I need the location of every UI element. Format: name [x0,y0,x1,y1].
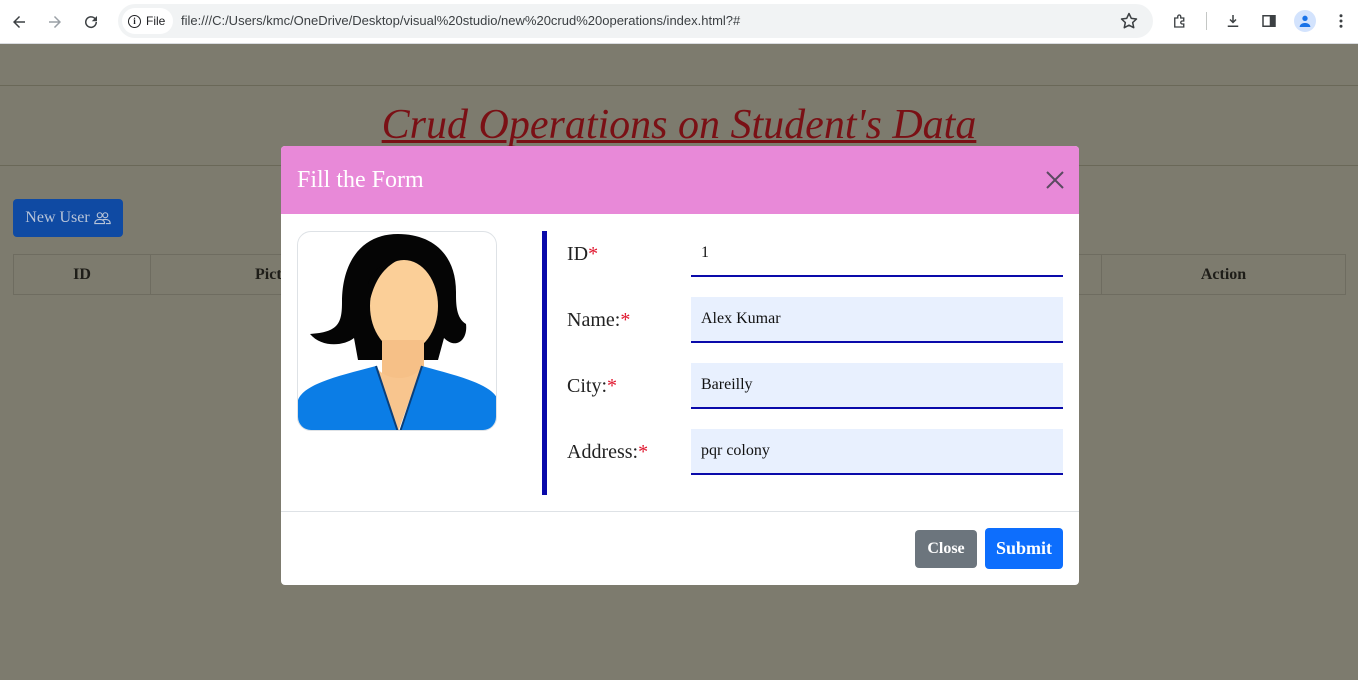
address-field[interactable]: pqr colony [691,429,1063,475]
back-button[interactable] [5,8,33,36]
table-header-action: Action [1200,265,1247,283]
modal-header: Fill the Form [281,146,1079,214]
arrow-left-icon [13,16,25,28]
url-text[interactable]: file:///C:/Users/kmc/OneDrive/Desktop/vi… [181,13,740,28]
form-accent-bar [542,231,547,495]
users-icon [93,212,111,225]
id-field[interactable]: 1 [691,231,1063,277]
profile-picture[interactable] [297,231,497,431]
site-info-chip[interactable]: i File [122,8,174,34]
name-field[interactable]: Alex Kumar [691,297,1063,343]
browser-toolbar: i File file:///C:/Users/kmc/OneDrive/Des… [0,0,1358,44]
address-bar[interactable]: i File file:///C:/Users/kmc/OneDrive/Des… [118,4,1153,38]
table-header-id: ID [14,255,151,294]
bookmark-star-icon[interactable] [1119,11,1139,31]
reload-button[interactable] [77,8,105,36]
submit-button[interactable]: Submit [985,528,1063,569]
info-icon: i [128,14,141,28]
name-label: Name:* [567,309,631,331]
profile-avatar[interactable] [1294,10,1316,32]
city-field[interactable]: Bareilly [691,363,1063,409]
scheme-label: File [146,14,166,28]
city-label: City:* [567,375,618,397]
download-icon[interactable] [1222,10,1244,32]
close-icon[interactable] [1045,170,1065,190]
modal-footer-divider [281,511,1079,512]
page-title: Crud Operations on Student's Data [381,102,977,148]
side-panel-icon[interactable] [1258,10,1280,32]
person-icon [1299,15,1311,27]
menu-dots-icon[interactable] [1330,10,1352,32]
form-modal: Fill the Form ID* 1 Name:* Alex Kumar Ci… [281,146,1079,585]
address-label: Address:* [567,441,649,463]
modal-title: Fill the Form [297,166,424,193]
forward-button[interactable] [41,8,69,36]
divider [0,85,1358,86]
reload-icon [85,16,98,29]
new-user-label: New User [25,209,90,226]
close-button[interactable]: Close [915,530,977,568]
id-label: ID* [567,243,599,265]
female-avatar-icon [298,234,496,430]
new-user-button[interactable]: New User [13,199,123,237]
extensions-icon[interactable] [1169,10,1191,32]
arrow-right-icon [49,16,61,28]
toolbar-divider [1206,12,1207,30]
